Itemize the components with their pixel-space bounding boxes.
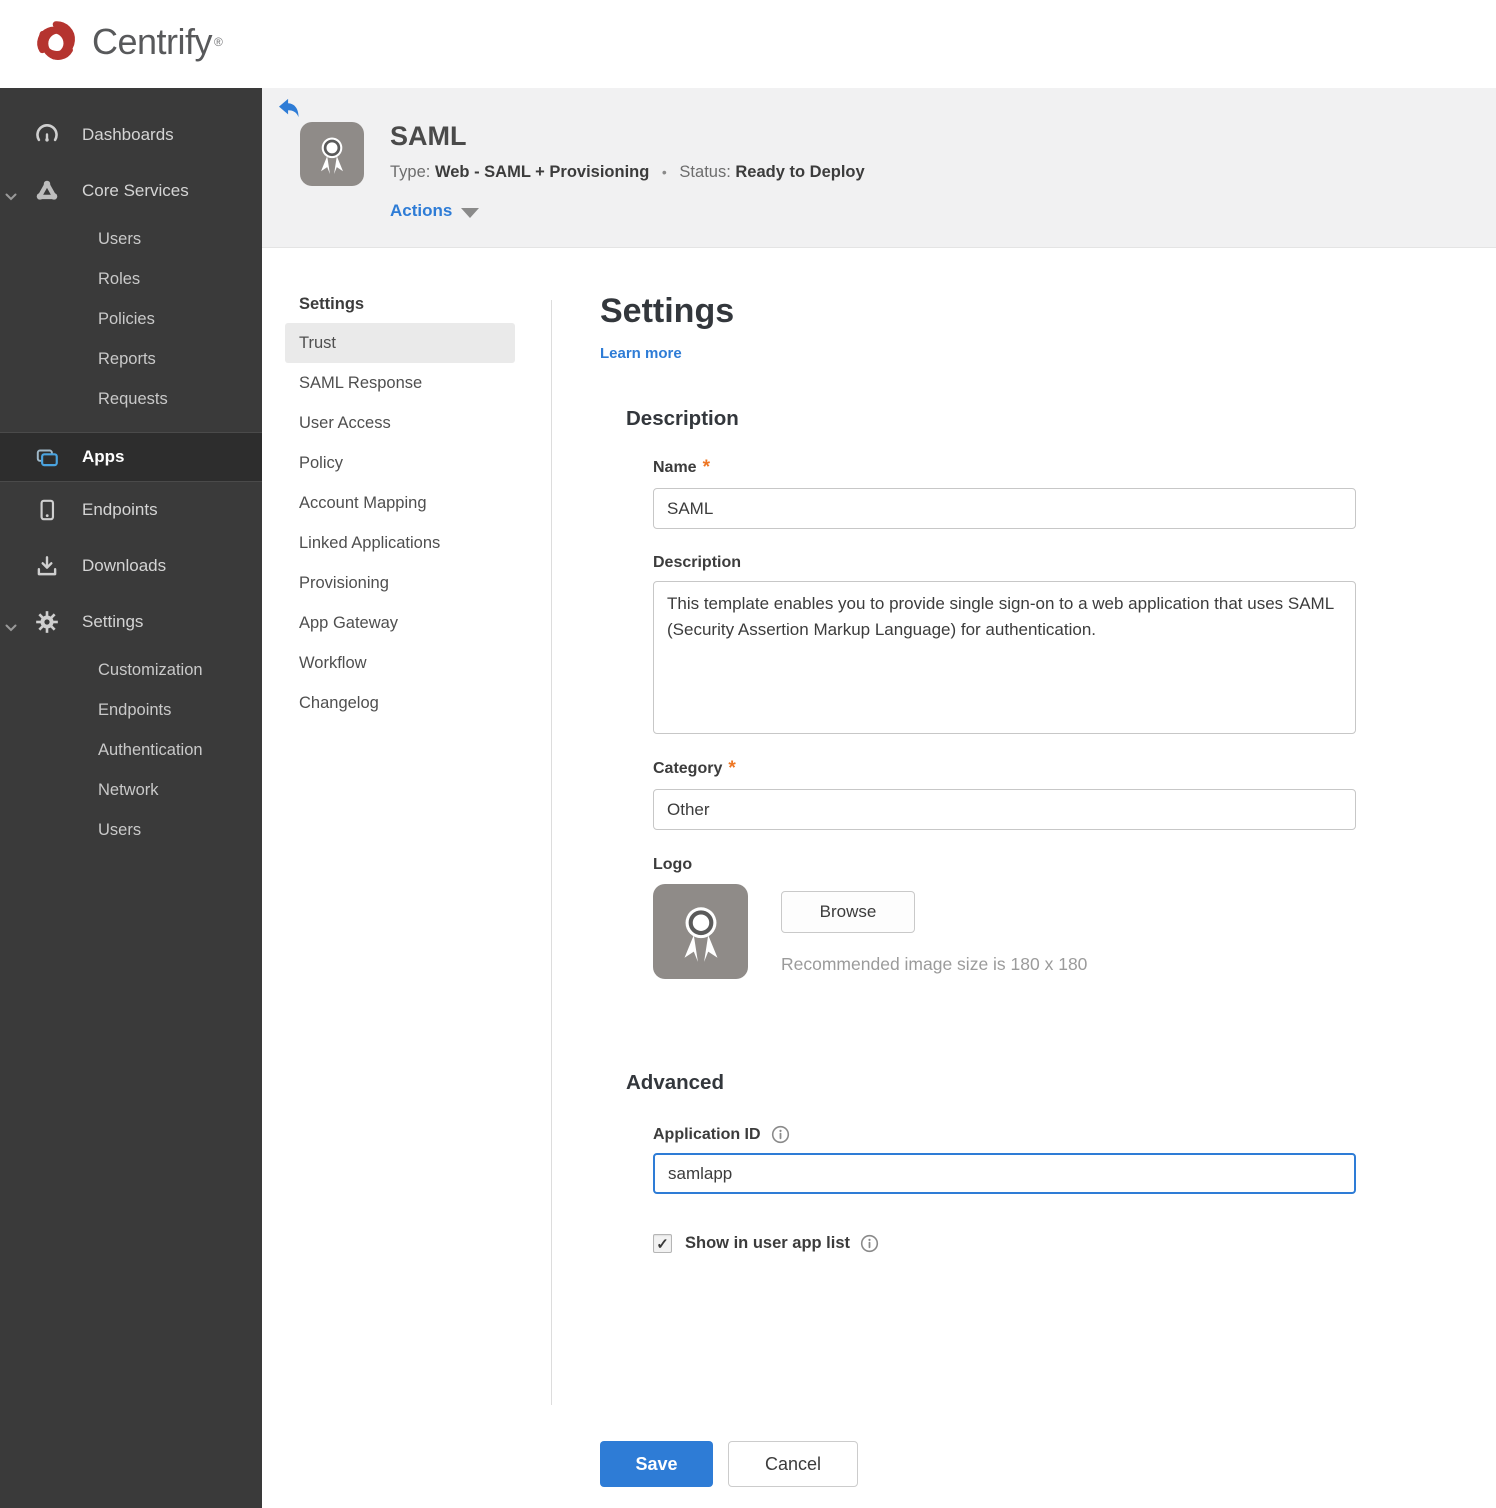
application-id-label: Application ID [653, 1125, 761, 1143]
centrify-logo-icon [37, 21, 75, 60]
logo-size-hint: Recommended image size is 180 x 180 [781, 954, 1088, 974]
actions-dropdown[interactable]: Actions [390, 201, 480, 221]
dashboard-gauge-icon [34, 122, 60, 148]
category-input[interactable] [653, 789, 1356, 830]
save-button[interactable]: Save [600, 1441, 713, 1487]
description-label: Description [653, 554, 742, 571]
sidebar-item-apps[interactable]: Apps [0, 432, 262, 482]
subnav-item-workflow[interactable]: Workflow [285, 643, 515, 683]
subnav-item-policy[interactable]: Policy [285, 443, 515, 483]
logo-preview [653, 884, 748, 979]
type-label: Type: [390, 163, 431, 181]
info-icon[interactable] [771, 1125, 790, 1144]
description-section-heading: Description [626, 407, 739, 430]
settings-subnav: Settings Trust SAML Response User Access… [285, 295, 515, 723]
sidebar-item-label: Downloads [82, 556, 167, 575]
subnav-item-changelog[interactable]: Changelog [285, 683, 515, 723]
top-header: Centrify ® [0, 0, 1496, 88]
subnav-item-app-gateway[interactable]: App Gateway [285, 603, 515, 643]
description-textarea[interactable]: This template enables you to provide sin… [653, 581, 1356, 734]
show-in-app-list-label: Show in user app list [685, 1234, 851, 1252]
chevron-down-icon[interactable] [5, 618, 17, 638]
sidebar-item-label: Settings [82, 612, 144, 631]
sidebar-item-network[interactable]: Network [0, 770, 262, 810]
name-input[interactable] [653, 488, 1356, 529]
subnav-item-user-access[interactable]: User Access [285, 403, 515, 443]
gear-icon [34, 609, 60, 635]
page-title: Settings [600, 292, 735, 330]
sidebar-item-roles[interactable]: Roles [0, 259, 262, 299]
sidebar-item-label: Endpoints [82, 500, 158, 519]
sidebar-item-reports[interactable]: Reports [0, 339, 262, 379]
app-meta-line: Type: Web - SAML + Provisioning • Status… [390, 163, 865, 182]
form-footer: Save Cancel [600, 1441, 858, 1487]
category-label: Category [653, 760, 723, 777]
apps-icon [34, 444, 60, 470]
type-value: Web - SAML + Provisioning [434, 163, 650, 181]
info-icon[interactable] [860, 1234, 879, 1253]
sidebar-item-label: Core Services [82, 181, 189, 200]
required-asterisk: * [702, 457, 710, 478]
brand-logo: Centrify ® [28, 13, 223, 71]
advanced-section-heading: Advanced [626, 1071, 724, 1094]
actions-label: Actions [390, 201, 453, 220]
cancel-button[interactable]: Cancel [728, 1441, 858, 1487]
browse-button[interactable]: Browse [781, 891, 915, 933]
sidebar-item-downloads[interactable]: Downloads [0, 538, 262, 594]
vertical-divider [551, 300, 552, 1405]
subnav-item-saml-response[interactable]: SAML Response [285, 363, 515, 403]
core-services-icon [34, 178, 60, 204]
subnav-title: Settings [299, 295, 365, 313]
subnav-item-linked-applications[interactable]: Linked Applications [285, 523, 515, 563]
download-icon [34, 553, 60, 579]
app-logo-tile [300, 122, 364, 186]
back-arrow-icon[interactable] [278, 98, 300, 118]
chevron-down-icon[interactable] [5, 187, 17, 207]
brand-name: Centrify [92, 21, 213, 62]
sidebar-item-label: Apps [82, 447, 125, 466]
status-label: Status: [679, 163, 731, 181]
show-in-app-list-checkbox[interactable]: ✓ [653, 1234, 672, 1253]
ribbon-award-icon [684, 906, 717, 962]
settings-panel: Settings Learn more Description Name * D… [600, 292, 1360, 1487]
sidebar-item-authentication[interactable]: Authentication [0, 730, 262, 770]
subnav-item-trust[interactable]: Trust [285, 323, 515, 363]
meta-separator: • [661, 164, 667, 180]
sidebar-item-policies[interactable]: Policies [0, 299, 262, 339]
brand-registered-mark: ® [214, 35, 223, 49]
sidebar-item-settings[interactable]: Settings [0, 594, 262, 650]
required-asterisk: * [728, 758, 736, 779]
endpoint-device-icon [34, 497, 60, 523]
learn-more-link[interactable]: Learn more [600, 345, 682, 362]
name-label: Name [653, 459, 697, 476]
sidebar-item-requests[interactable]: Requests [0, 379, 262, 419]
subnav-item-provisioning[interactable]: Provisioning [285, 563, 515, 603]
sidebar-item-label: Dashboards [82, 125, 174, 144]
status-value: Ready to Deploy [735, 163, 865, 181]
app-header: SAML Type: Web - SAML + Provisioning • S… [262, 88, 1496, 248]
ribbon-award-icon [321, 137, 343, 174]
application-id-input[interactable] [653, 1153, 1356, 1194]
sidebar-item-endpoints[interactable]: Endpoints [0, 482, 262, 538]
sidebar: Dashboards Core Services Users Roles Pol… [0, 88, 262, 1508]
sidebar-item-core-services[interactable]: Core Services [0, 163, 262, 219]
subnav-item-account-mapping[interactable]: Account Mapping [285, 483, 515, 523]
sidebar-item-settings-endpoints[interactable]: Endpoints [0, 690, 262, 730]
sidebar-item-settings-users[interactable]: Users [0, 810, 262, 850]
logo-label: Logo [653, 856, 693, 873]
sidebar-item-users[interactable]: Users [0, 219, 262, 259]
sidebar-item-dashboards[interactable]: Dashboards [0, 107, 262, 163]
sidebar-item-customization[interactable]: Customization [0, 650, 262, 690]
app-title: SAML [390, 121, 467, 151]
caret-down-icon [461, 207, 480, 218]
